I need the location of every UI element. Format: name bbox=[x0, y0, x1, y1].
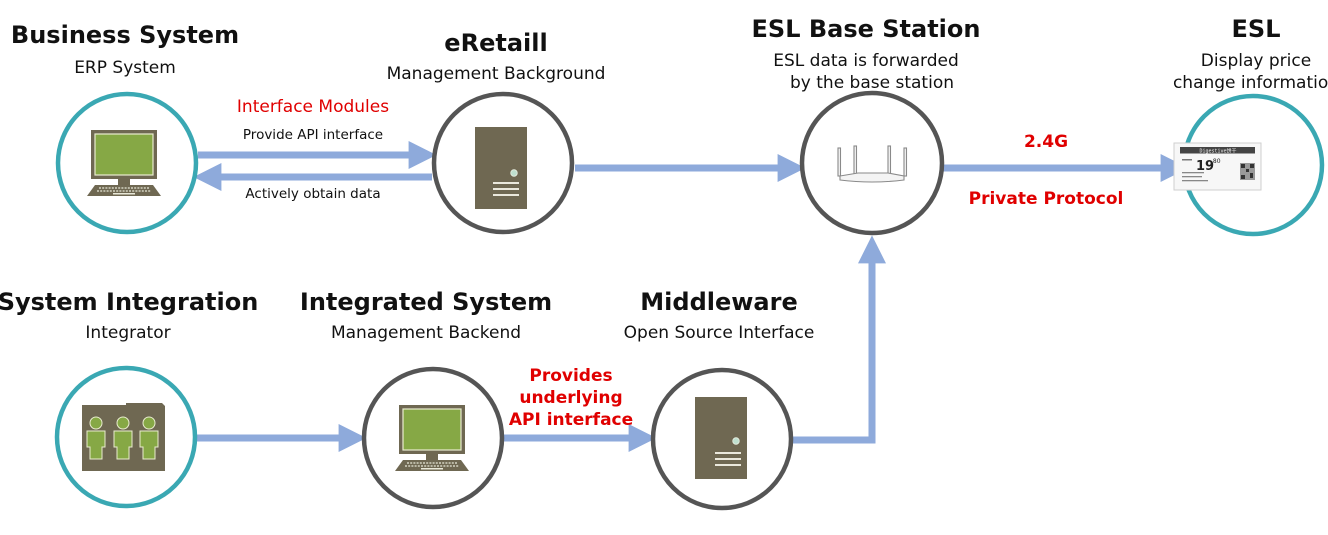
node-title-eretail: eRetaill bbox=[444, 29, 548, 57]
edge-label-provide-api: Provide API interface bbox=[242, 127, 384, 143]
edge-label-2-4g: 2.4G bbox=[1023, 132, 1069, 152]
edge-label-api-interface: API interface bbox=[508, 410, 634, 430]
edge-label-underlying: underlying bbox=[519, 388, 623, 408]
server-tower-icon bbox=[695, 397, 747, 479]
node-subtitle-system-integration: Integrator bbox=[85, 323, 171, 343]
node-subtitle-esl-line1: Display price bbox=[1200, 51, 1312, 71]
electronic-shelf-label-icon: Digestive饼干 19 .80 bbox=[1173, 142, 1262, 191]
node-title-business-system: Business System bbox=[10, 21, 240, 49]
esl-architecture-diagram: Digestive饼干 19 .80 bbox=[54, 90, 1325, 511]
node-subtitle-esl-line2: change information bbox=[1172, 73, 1328, 93]
edge-label-provides: Provides bbox=[529, 366, 613, 386]
desktop-computer-icon bbox=[87, 130, 161, 196]
node-subtitle-eretail: Management Background bbox=[386, 64, 606, 84]
node-title-base-station: ESL Base Station bbox=[751, 15, 981, 43]
server-tower-icon bbox=[475, 127, 527, 209]
node-subtitle-base-station-line2: by the base station bbox=[790, 73, 954, 93]
node-subtitle-middleware: Open Source Interface bbox=[623, 323, 815, 343]
esl-label-header: Digestive饼干 bbox=[1199, 148, 1236, 155]
node-subtitle-base-station-line1: ESL data is forwarded bbox=[773, 51, 959, 71]
node-title-middleware: Middleware bbox=[640, 288, 798, 316]
node-title-system-integration: System Integration bbox=[0, 288, 259, 316]
node-subtitle-integrated-system: Management Backend bbox=[330, 323, 522, 343]
edge-label-actively-obtain: Actively obtain data bbox=[245, 186, 381, 202]
edge-label-private-protocol: Private Protocol bbox=[968, 189, 1124, 209]
people-folder-icon bbox=[82, 403, 165, 471]
node-subtitle-business-system: ERP System bbox=[74, 58, 176, 78]
node-circle-base-station bbox=[799, 90, 945, 236]
edge-label-interface-modules: Interface Modules bbox=[236, 97, 390, 117]
esl-label-price-cents: .80 bbox=[1211, 158, 1221, 165]
desktop-computer-icon bbox=[395, 405, 469, 471]
node-title-integrated-system: Integrated System bbox=[299, 288, 553, 316]
node-title-esl: ESL bbox=[1231, 15, 1281, 43]
arrow-middleware-to-base bbox=[792, 235, 886, 444]
